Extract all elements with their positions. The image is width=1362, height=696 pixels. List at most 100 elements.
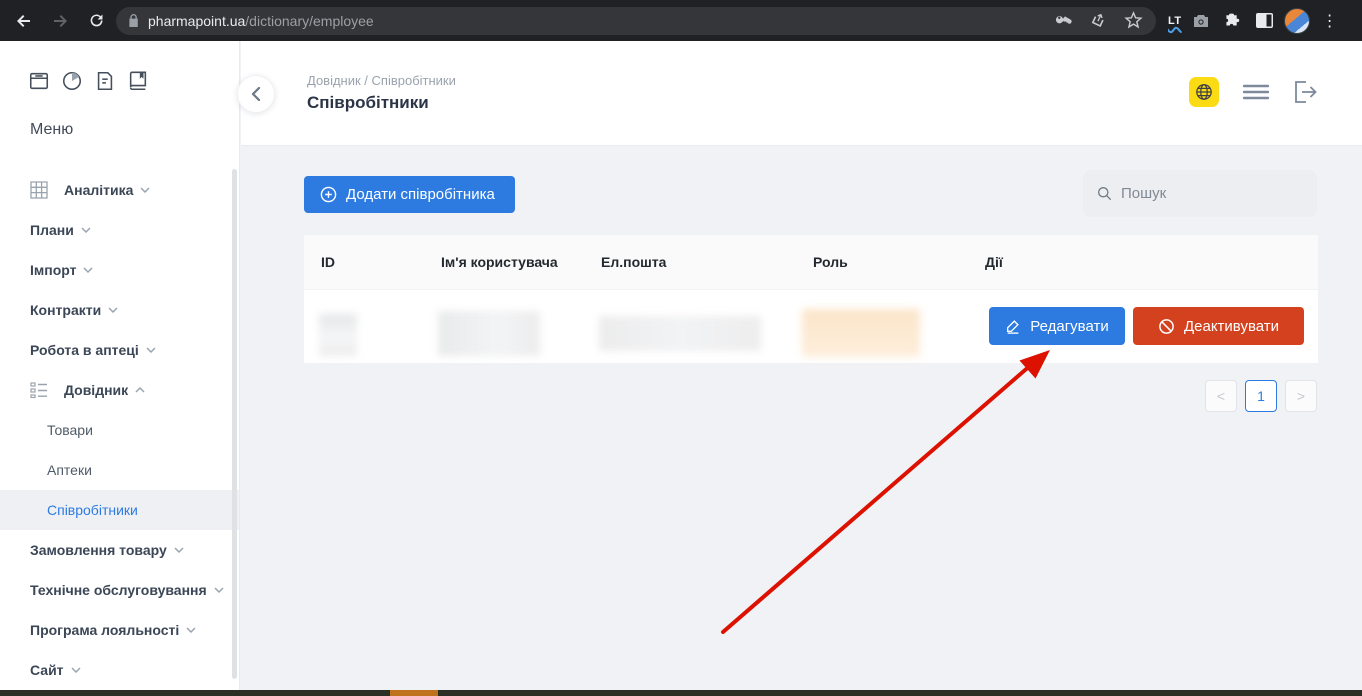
plus-circle-icon — [320, 186, 337, 203]
taskbar-edge — [0, 690, 1362, 696]
search-icon — [1097, 185, 1112, 202]
bookmark-star-button[interactable] — [1120, 8, 1146, 34]
sidebar-item-product-orders[interactable]: Замовлення товару — [0, 530, 239, 570]
sidebar-item-employees[interactable]: Співробітники — [0, 490, 239, 530]
add-employee-button[interactable]: Додати співробітника — [304, 176, 515, 213]
sidebar-quick-icons — [28, 70, 149, 92]
pie-chart-icon[interactable] — [61, 70, 83, 92]
url-domain: pharmapoint.ua — [148, 13, 245, 29]
sidebar-item-label: Технічне обслуговування — [30, 582, 207, 598]
sidebar-item-plans[interactable]: Плани — [0, 210, 239, 250]
url-bar[interactable]: pharmapoint.ua/dictionary/employee — [116, 7, 1156, 35]
sidebar-item-label: Аналітика — [64, 182, 133, 198]
sidebar-item-contracts[interactable]: Контракти — [0, 290, 239, 330]
logout-icon — [1293, 81, 1317, 103]
sidebar-item-label: Плани — [30, 222, 74, 238]
sidebar-scrollbar[interactable] — [232, 169, 237, 679]
share-button[interactable] — [1086, 8, 1112, 34]
extensions-button[interactable] — [1220, 8, 1246, 34]
sidebar-item-label: Програма лояльності — [30, 622, 179, 638]
camera-icon — [1191, 11, 1211, 31]
browser-toolbar: pharmapoint.ua/dictionary/employee LT ⋮ — [0, 0, 1362, 41]
share-icon — [1090, 12, 1108, 30]
star-icon — [1124, 11, 1143, 30]
globe-icon — [1195, 83, 1213, 101]
lock-icon — [128, 14, 140, 28]
browser-reload-button[interactable] — [80, 5, 112, 37]
browser-menu-button[interactable]: ⋮ — [1316, 11, 1344, 31]
sidebar-item-analytics[interactable]: Аналітика — [0, 170, 239, 210]
search-input[interactable] — [1121, 185, 1303, 202]
taskbar-edge-accent — [390, 690, 438, 696]
url-text: pharmapoint.ua/dictionary/employee — [148, 13, 1044, 29]
main-area: Довідник / Співробітники Співробітники Д… — [241, 41, 1362, 690]
forward-arrow-icon — [51, 12, 69, 30]
table-row: Редагувати Деактивувати — [304, 290, 1318, 363]
sidebar-item-label: Довідник — [64, 382, 128, 398]
sidebar-collapse-button[interactable] — [237, 75, 275, 113]
side-panel-icon — [1255, 12, 1274, 29]
slash-circle-icon — [1158, 318, 1175, 335]
password-key-button[interactable] — [1052, 8, 1078, 34]
pagination-prev-button[interactable]: < — [1205, 380, 1237, 412]
redacted-email-cell — [599, 316, 761, 351]
chevron-down-icon — [81, 227, 91, 233]
redacted-username-cell — [438, 311, 540, 356]
breadcrumb: Довідник / Співробітники — [307, 73, 456, 88]
sidebar: Меню Аналітика Плани Імпорт Контракти Ро… — [0, 41, 240, 690]
menu-toggle-button[interactable] — [1243, 84, 1269, 100]
puzzle-icon — [1223, 11, 1242, 30]
table-header-row: ID Ім'я користувача Ел.пошта Роль Дії — [304, 235, 1318, 290]
sidebar-item-loyalty-program[interactable]: Програма лояльності — [0, 610, 239, 650]
deactivate-button[interactable]: Деактивувати — [1133, 307, 1304, 345]
sidebar-item-dictionary[interactable]: Довідник — [0, 370, 239, 410]
chevron-left-icon — [251, 87, 261, 101]
sidebar-item-label: Товари — [47, 422, 93, 438]
sidebar-item-label: Аптеки — [47, 462, 92, 478]
edit-button-label: Редагувати — [1030, 318, 1109, 335]
page-title: Співробітники — [307, 93, 429, 113]
sidebar-item-import[interactable]: Імпорт — [0, 250, 239, 290]
grid-icon — [30, 180, 50, 200]
archive-box-icon[interactable] — [28, 70, 50, 92]
side-panel-button[interactable] — [1252, 8, 1278, 34]
sidebar-item-products[interactable]: Товари — [0, 410, 239, 450]
sidebar-item-label: Контракти — [30, 302, 101, 318]
content-area: Додати співробітника ID Ім'я користувача… — [241, 146, 1362, 690]
redacted-id-cell — [319, 314, 357, 356]
language-button[interactable] — [1189, 77, 1219, 107]
browser-profile-avatar[interactable] — [1284, 8, 1310, 34]
screenshot-extension-button[interactable] — [1188, 8, 1214, 34]
app-window: Меню Аналітика Плани Імпорт Контракти Ро… — [0, 41, 1362, 690]
sidebar-item-label: Імпорт — [30, 262, 76, 278]
sidebar-item-maintenance[interactable]: Технічне обслуговування — [0, 570, 239, 610]
chevron-down-icon — [83, 267, 93, 273]
book-icon[interactable] — [127, 70, 149, 92]
header-actions — [1189, 77, 1317, 107]
sidebar-item-label: Сайт — [30, 662, 64, 678]
pagination-page-1[interactable]: 1 — [1245, 380, 1277, 412]
chevron-down-icon — [146, 347, 156, 353]
browser-forward-button[interactable] — [44, 5, 76, 37]
browser-back-button[interactable] — [8, 5, 40, 37]
column-header-email: Ел.пошта — [601, 254, 666, 270]
sidebar-item-site[interactable]: Сайт — [0, 650, 239, 690]
languagetool-extension-icon[interactable]: LT — [1168, 15, 1182, 27]
page-header: Довідник / Співробітники Співробітники — [241, 41, 1362, 146]
column-header-id: ID — [321, 254, 335, 270]
content-toolbar: Додати співробітника — [241, 170, 1362, 218]
sidebar-item-pharmacies[interactable]: Аптеки — [0, 450, 239, 490]
sidebar-item-label: Співробітники — [47, 502, 138, 518]
logout-button[interactable] — [1293, 81, 1317, 103]
chevron-down-icon — [186, 627, 196, 633]
hamburger-icon — [1243, 84, 1269, 100]
document-icon[interactable] — [94, 70, 116, 92]
sidebar-nav: Аналітика Плани Імпорт Контракти Робота … — [0, 170, 239, 690]
sidebar-item-pharmacy-work[interactable]: Робота в аптеці — [0, 330, 239, 370]
column-header-actions: Дії — [985, 254, 1003, 270]
pagination-next-button[interactable]: > — [1285, 380, 1317, 412]
edit-button[interactable]: Редагувати — [989, 307, 1125, 345]
search-box — [1083, 170, 1317, 217]
column-header-role: Роль — [813, 254, 848, 270]
back-arrow-icon — [15, 12, 33, 30]
